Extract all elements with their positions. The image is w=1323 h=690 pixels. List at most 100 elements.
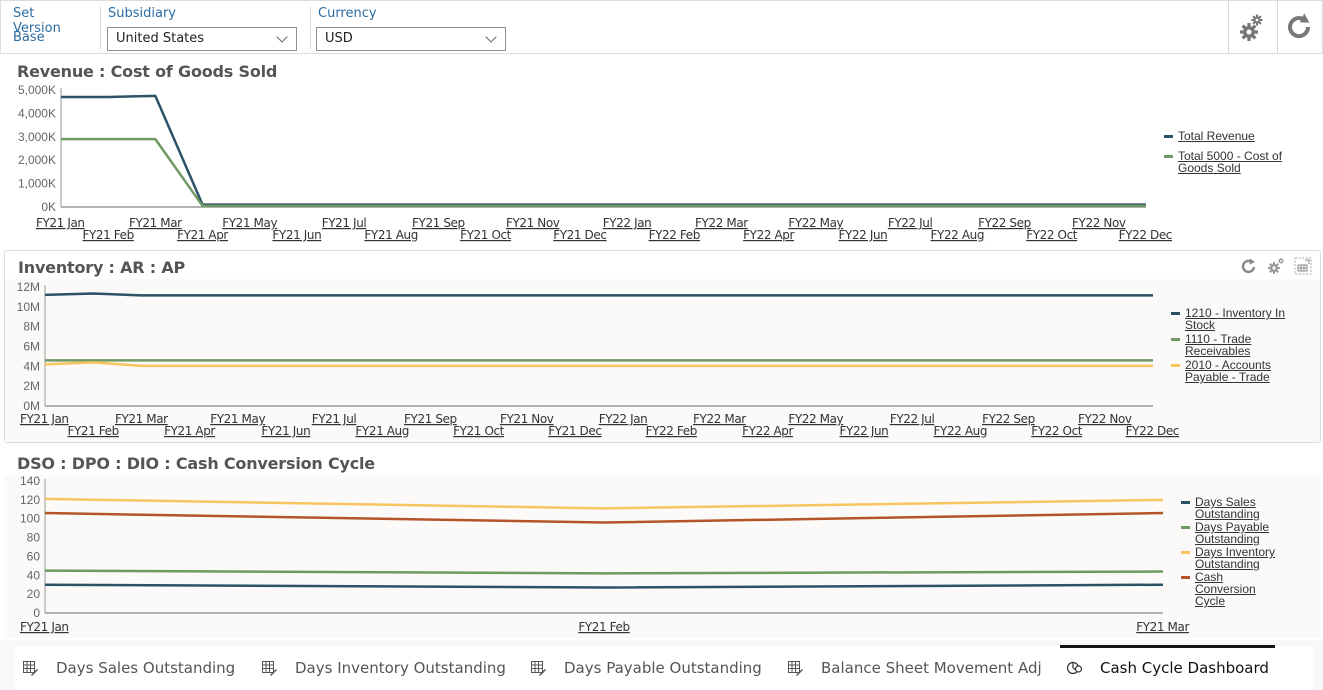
currency-label: Currency xyxy=(318,6,377,21)
series-line-cash-conversion-cycle[interactable] xyxy=(44,511,1164,524)
x-tick-label[interactable]: FY21 Sep xyxy=(412,216,465,230)
chevron-down-icon xyxy=(276,31,288,43)
legend-item[interactable]: 1110 - Trade Receivables xyxy=(1171,333,1289,357)
x-tick-label[interactable]: FY22 Aug xyxy=(931,228,985,242)
currency-select[interactable]: USD xyxy=(316,27,506,51)
x-tick-label[interactable]: FY22 Nov xyxy=(1078,412,1132,426)
x-tick-label[interactable]: FY22 Apr xyxy=(743,228,795,242)
series-line-1210-inventory-in-stock[interactable] xyxy=(44,292,1153,297)
x-tick-label[interactable]: FY22 Apr xyxy=(742,424,794,438)
refresh-button[interactable] xyxy=(1277,1,1323,53)
x-tick-label[interactable]: FY21 Jun xyxy=(272,228,321,242)
series-line-total-5000-cost-of-goods-sold[interactable] xyxy=(61,137,1146,208)
y-tick-label: 4M xyxy=(23,359,40,373)
y-tick-label: 0 xyxy=(33,606,40,620)
x-tick-label[interactable]: FY21 Jan xyxy=(20,620,69,634)
tab-label: Days Inventory Outstanding xyxy=(295,659,506,677)
x-tick-label[interactable]: FY22 Oct xyxy=(1026,228,1078,242)
x-tick-label[interactable]: FY21 Jan xyxy=(20,412,69,426)
tab-days-sales-outstanding[interactable]: Days Sales Outstanding xyxy=(22,646,235,690)
series-line-days-payable-outstanding[interactable] xyxy=(44,569,1164,575)
x-tick-label[interactable]: FY21 May xyxy=(222,216,278,230)
legend-label: Total 5000 - Cost of Goods Sold xyxy=(1178,149,1283,175)
cash-cycle-panel: DSO : DPO : DIO : Cash Conversion Cycle … xyxy=(4,447,1321,639)
x-tick-label[interactable]: FY21 Oct xyxy=(460,228,512,242)
series-line-2010-accounts-payable-trade[interactable] xyxy=(44,361,1153,368)
x-tick-label[interactable]: FY22 Jul xyxy=(888,216,933,230)
legend-label: Days Inventory Outstanding xyxy=(1195,545,1276,571)
subsidiary-select[interactable]: United States xyxy=(107,27,297,51)
x-tick-label[interactable]: FY22 Mar xyxy=(695,216,749,230)
x-tick-label[interactable]: FY22 Mar xyxy=(693,412,747,426)
legend-item[interactable]: 1210 - Inventory In Stock xyxy=(1171,307,1289,331)
x-tick-label[interactable]: FY21 Dec xyxy=(548,424,602,438)
x-tick-label[interactable]: FY21 Apr xyxy=(177,228,229,242)
x-tick-label[interactable]: FY22 Jun xyxy=(839,228,888,242)
legend-item[interactable]: Cash Conversion Cycle xyxy=(1181,571,1279,607)
tab-cash-cycle-dashboard[interactable]: Cash Cycle Dashboard xyxy=(1060,645,1275,690)
legend-item[interactable]: 2010 - Accounts Payable - Trade xyxy=(1171,359,1289,383)
refresh-icon xyxy=(1288,13,1311,39)
y-tick-label: 140 xyxy=(20,474,40,488)
x-tick-label[interactable]: FY22 Oct xyxy=(1031,424,1083,438)
legend-swatch xyxy=(1171,338,1180,341)
legend-swatch xyxy=(1181,551,1190,554)
legend-item[interactable]: Total Revenue xyxy=(1164,130,1284,142)
legend-item[interactable]: Total 5000 - Cost of Goods Sold xyxy=(1164,150,1284,174)
tab-days-inventory-outstanding[interactable]: Days Inventory Outstanding xyxy=(261,646,506,690)
x-tick-label[interactable]: FY22 Jan xyxy=(599,412,648,426)
dashboard-icon xyxy=(1066,661,1082,675)
tab-days-payable-outstanding[interactable]: Days Payable Outstanding xyxy=(530,646,762,690)
x-tick-label[interactable]: FY21 Jul xyxy=(312,412,357,426)
x-tick-label[interactable]: FY22 Jan xyxy=(603,216,652,230)
x-tick-label[interactable]: FY22 Sep xyxy=(982,412,1035,426)
legend-item[interactable]: Days Sales Outstanding xyxy=(1181,496,1279,520)
x-tick-label[interactable]: FY22 Jul xyxy=(890,412,935,426)
edit-grid-icon xyxy=(23,661,38,676)
x-tick-label[interactable]: FY22 Sep xyxy=(978,216,1031,230)
x-tick-label[interactable]: FY22 Jun xyxy=(840,424,889,438)
x-tick-label[interactable]: FY21 Nov xyxy=(500,412,554,426)
tab-label: Cash Cycle Dashboard xyxy=(1100,659,1269,677)
set-version-value[interactable]: Base xyxy=(13,30,45,45)
tab-balance-sheet-movement-adj[interactable]: Balance Sheet Movement Adj xyxy=(787,646,1042,690)
x-tick-label[interactable]: FY21 Aug xyxy=(364,228,418,242)
legend-label: 1210 - Inventory In Stock xyxy=(1185,306,1286,332)
x-tick-label[interactable]: FY21 Jan xyxy=(36,216,85,230)
x-tick-label[interactable]: FY22 Dec xyxy=(1126,424,1180,438)
x-tick-label[interactable]: FY21 Sep xyxy=(404,412,457,426)
x-tick-label[interactable]: FY22 May xyxy=(788,216,844,230)
x-tick-label[interactable]: FY22 Feb xyxy=(646,424,698,438)
x-tick-label[interactable]: FY22 Feb xyxy=(649,228,701,242)
y-tick-label: 0K xyxy=(41,200,56,214)
x-tick-label[interactable]: FY21 Oct xyxy=(453,424,505,438)
divider xyxy=(310,7,311,49)
x-tick-label[interactable]: FY21 Dec xyxy=(553,228,607,242)
x-tick-label[interactable]: FY21 Mar xyxy=(1136,620,1190,634)
series-line-days-sales-outstanding[interactable] xyxy=(44,583,1164,589)
x-tick-label[interactable]: FY22 Dec xyxy=(1119,228,1173,242)
filter-bar: Set Version Base Subsidiary United State… xyxy=(0,0,1323,54)
x-tick-label[interactable]: FY21 Feb xyxy=(82,228,134,242)
series-line-days-inventory-outstanding[interactable] xyxy=(44,497,1164,510)
x-tick-label[interactable]: FY22 May xyxy=(788,412,844,426)
legend-item[interactable]: Days Payable Outstanding xyxy=(1181,521,1279,545)
series-line-total-revenue[interactable] xyxy=(61,94,1146,206)
settings-button[interactable] xyxy=(1228,1,1276,53)
tab-label: Days Payable Outstanding xyxy=(564,659,762,677)
x-tick-label[interactable]: FY21 Mar xyxy=(129,216,183,230)
legend-swatch xyxy=(1171,364,1180,367)
x-tick-label[interactable]: FY21 Apr xyxy=(164,424,216,438)
y-tick-label: 4,000K xyxy=(18,106,56,120)
x-tick-label[interactable]: FY21 Mar xyxy=(115,412,169,426)
x-tick-label[interactable]: FY21 Jul xyxy=(322,216,367,230)
x-tick-label[interactable]: FY21 May xyxy=(210,412,266,426)
x-tick-label[interactable]: FY21 Feb xyxy=(578,620,630,634)
x-tick-label[interactable]: FY21 Aug xyxy=(355,424,409,438)
legend-item[interactable]: Days Inventory Outstanding xyxy=(1181,546,1279,570)
x-tick-label[interactable]: FY21 Jun xyxy=(261,424,310,438)
x-tick-label[interactable]: FY21 Nov xyxy=(506,216,560,230)
x-tick-label[interactable]: FY22 Aug xyxy=(934,424,988,438)
edit-grid-icon xyxy=(788,661,803,676)
x-tick-label[interactable]: FY21 Feb xyxy=(67,424,119,438)
